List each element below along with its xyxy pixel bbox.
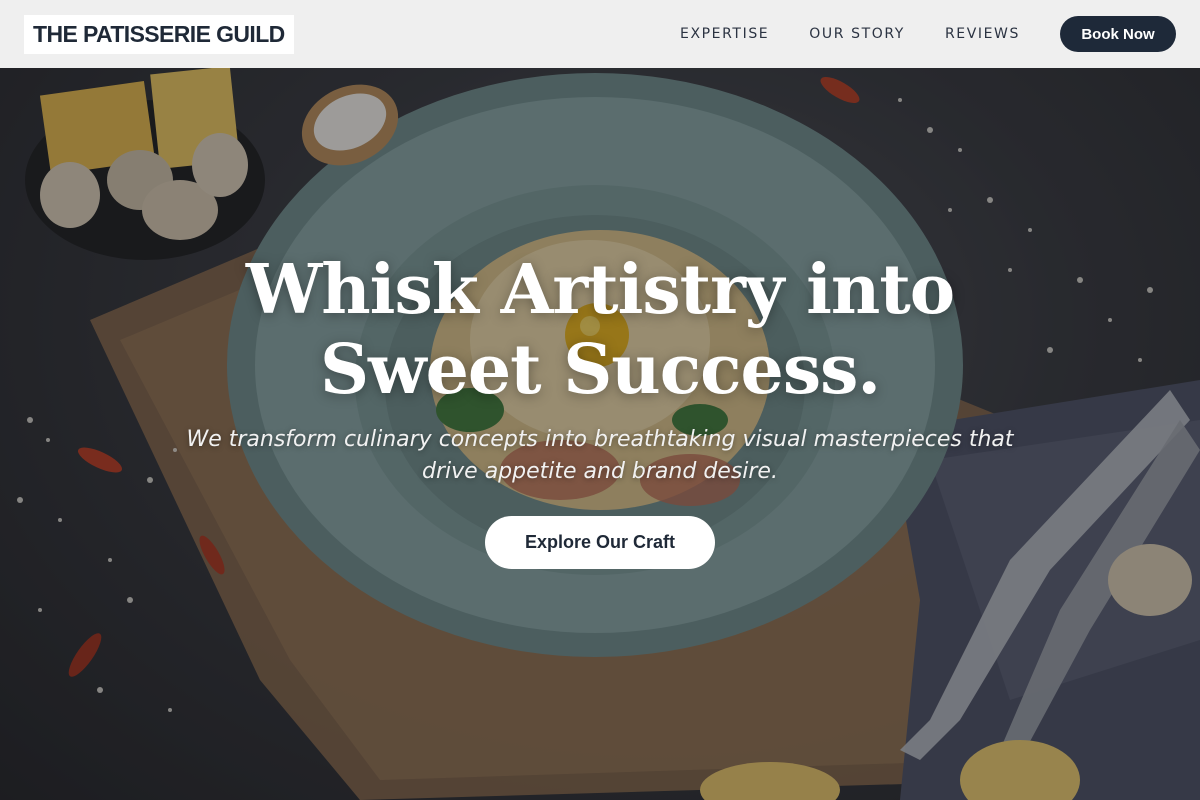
nav-links: EXPERTISE OUR STORY REVIEWS: [680, 26, 1020, 42]
top-navbar: THE PATISSERIE GUILD EXPERTISE OUR STORY…: [0, 0, 1200, 68]
brand-logo[interactable]: THE PATISSERIE GUILD: [24, 14, 294, 54]
hero-content: Whisk Artistry into Sweet Success. We tr…: [0, 250, 1200, 569]
hero-subtitle: We transform culinary concepts into brea…: [186, 427, 1014, 484]
nav-link-reviews[interactable]: REVIEWS: [945, 26, 1020, 42]
nav-link-expertise[interactable]: EXPERTISE: [680, 26, 769, 42]
explore-craft-button[interactable]: Explore Our Craft: [485, 516, 715, 569]
nav-link-our-story[interactable]: OUR STORY: [809, 26, 905, 42]
book-now-button[interactable]: Book Now: [1060, 16, 1176, 52]
hero-title: Whisk Artistry into Sweet Success.: [245, 250, 955, 410]
